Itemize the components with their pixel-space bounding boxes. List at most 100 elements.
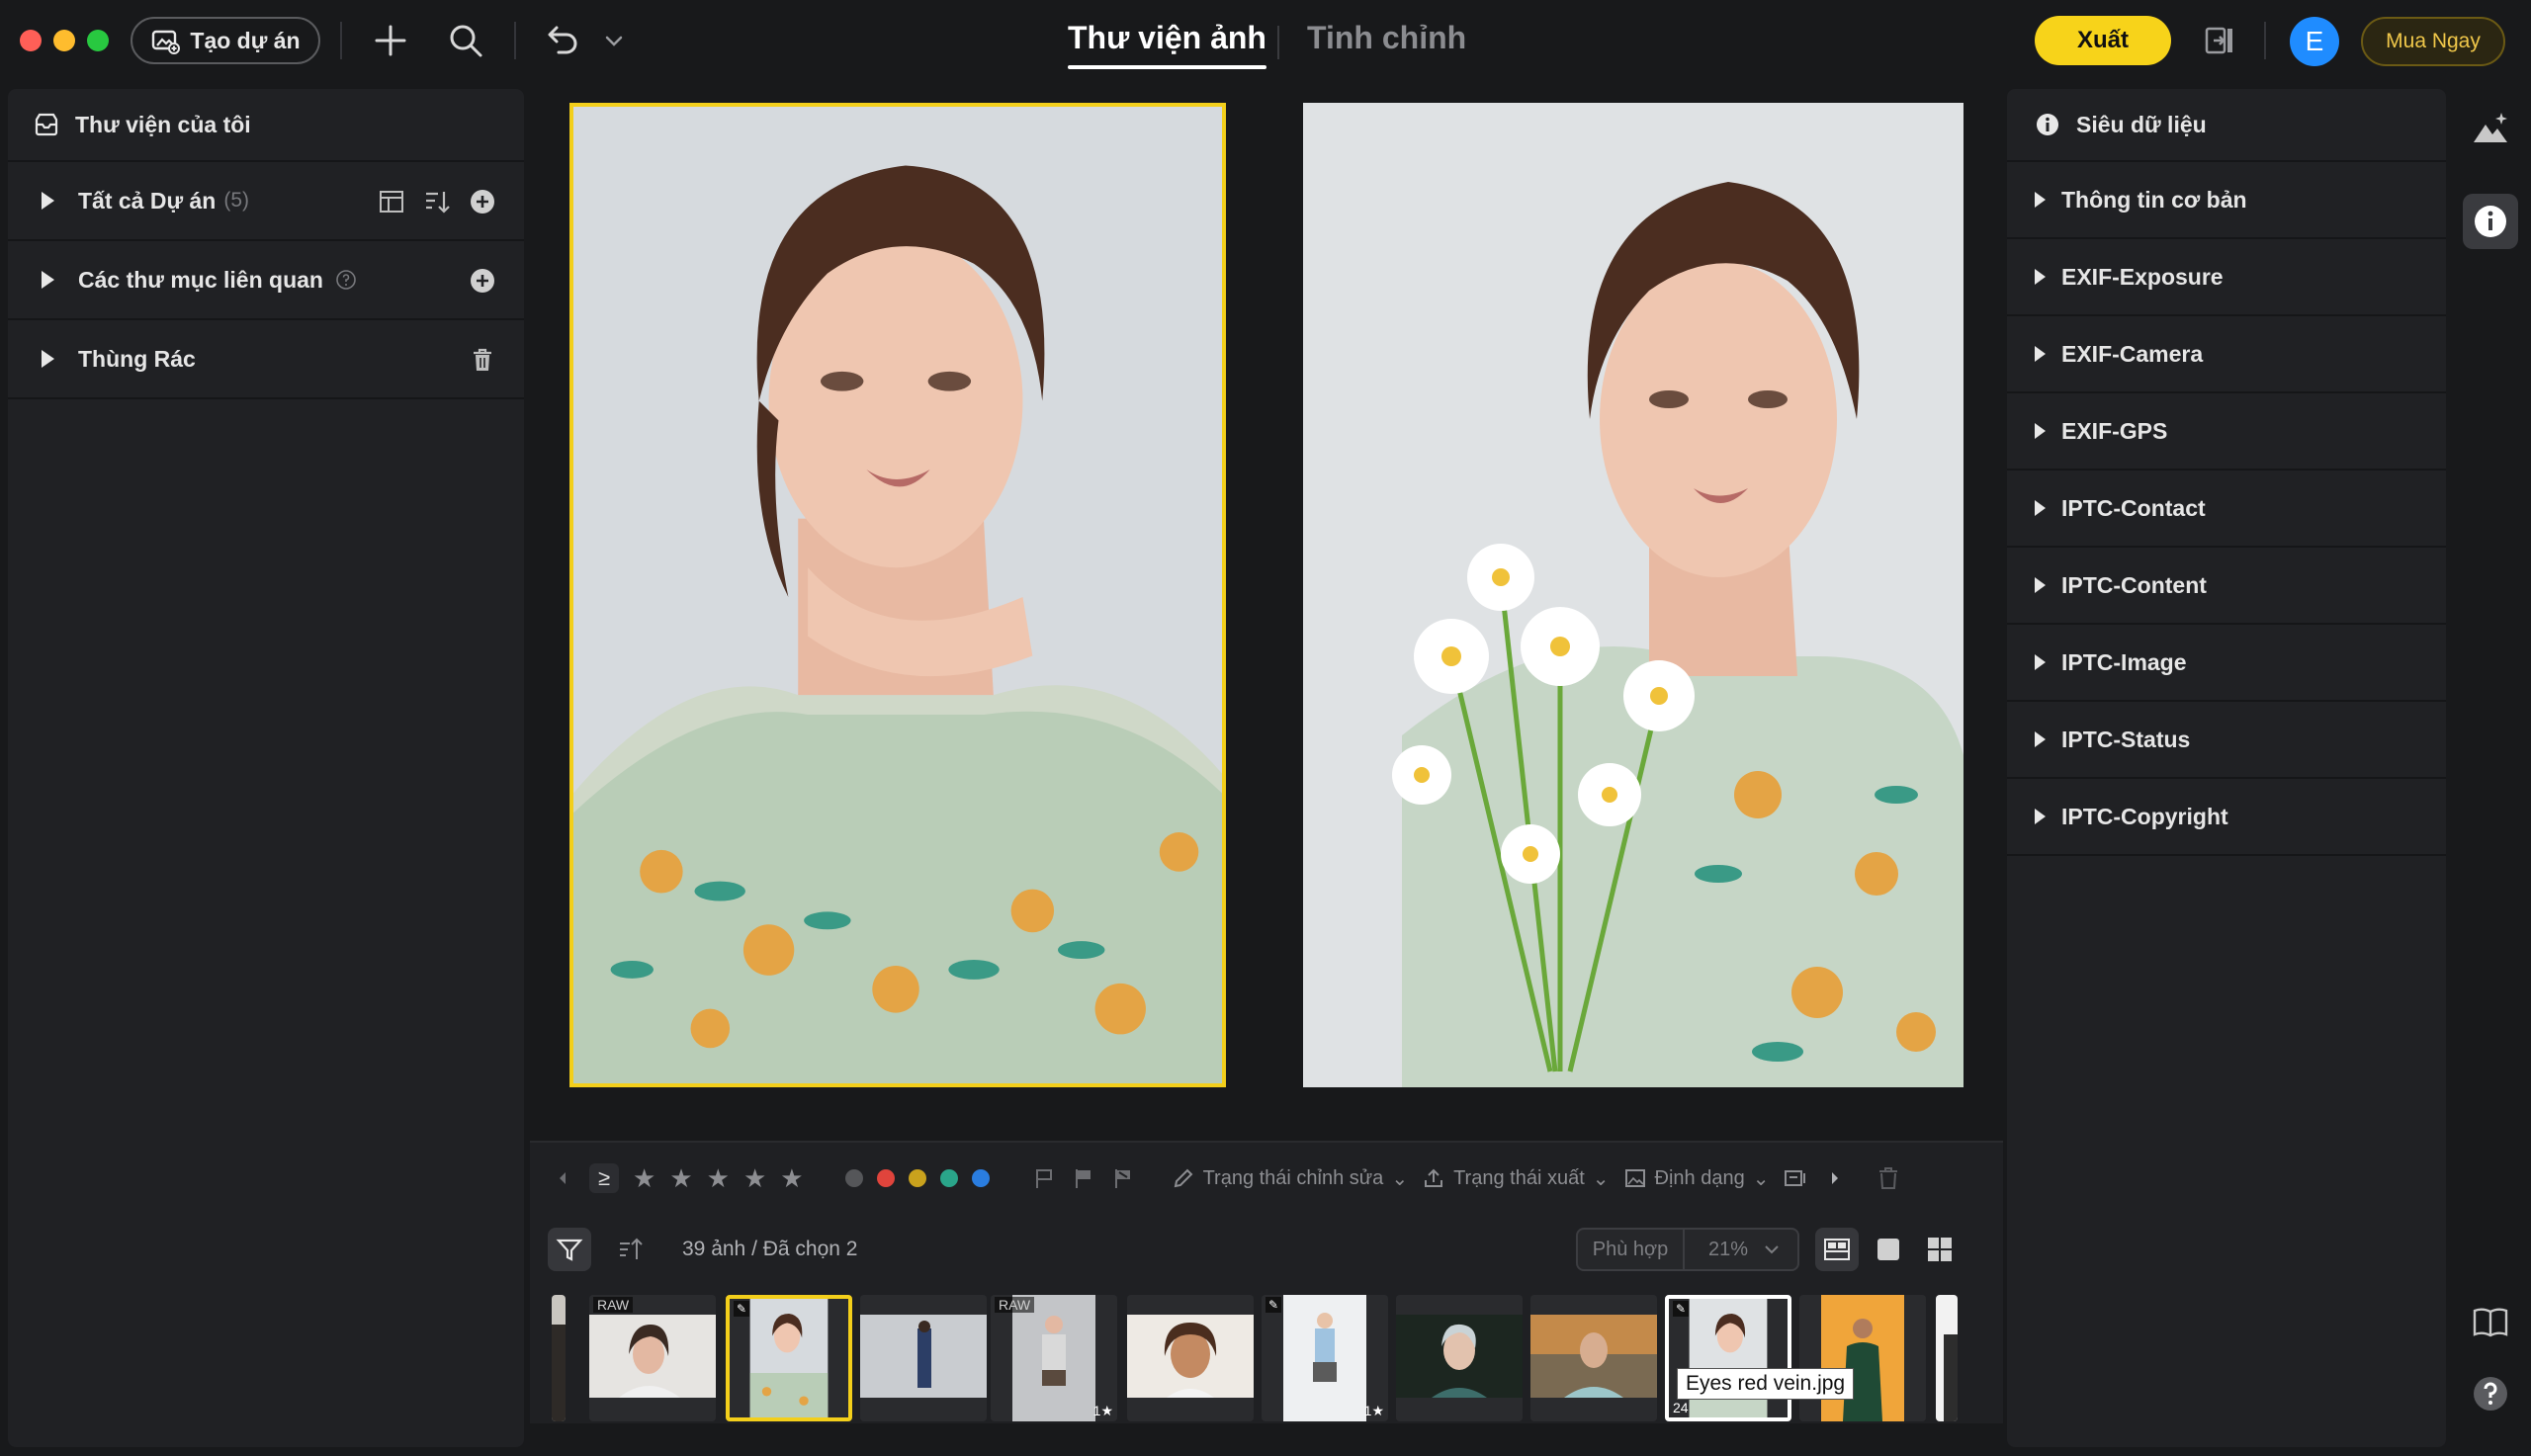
filmstrip-thumb[interactable]	[1530, 1295, 1657, 1421]
expand-triangle-icon[interactable]	[42, 192, 54, 210]
metadata-section-exif-camera[interactable]: EXIF-Camera	[2007, 316, 2446, 393]
filmstrip-thumb[interactable]	[1396, 1295, 1523, 1421]
filmstrip-thumb[interactable]	[552, 1295, 566, 1421]
expand-triangle-icon[interactable]	[2035, 809, 2046, 824]
edit-status-filter[interactable]: Trạng thái chỉnh sửa ⌄	[1172, 1166, 1408, 1191]
ai-tools-button[interactable]	[2463, 101, 2518, 156]
sidebar-item-related-folders[interactable]: Các thư mục liên quan	[8, 241, 524, 320]
tab-library[interactable]: Thư viện ảnh	[1068, 20, 1266, 69]
expand-triangle-icon[interactable]	[2035, 577, 2046, 593]
flag-none-button[interactable]	[1031, 1165, 1057, 1191]
help-button[interactable]	[2463, 1366, 2518, 1421]
filter-funnel-icon	[556, 1239, 583, 1261]
filmstrip: RAW ✎ RAW 1★ ✎ 1★ ✎ 24	[530, 1285, 2003, 1423]
scroll-left-button[interactable]	[550, 1165, 575, 1191]
metadata-section-iptc-status[interactable]: IPTC-Status	[2007, 702, 2446, 779]
more-filters-button[interactable]	[1783, 1165, 1808, 1191]
expand-triangle-icon[interactable]	[42, 350, 54, 368]
metadata-section-iptc-contact[interactable]: IPTC-Contact	[2007, 471, 2446, 548]
expand-triangle-icon[interactable]	[2035, 500, 2046, 516]
filmstrip-thumb-hovered[interactable]: ✎ 24	[1665, 1295, 1791, 1421]
color-label-blue[interactable]	[971, 1169, 990, 1187]
flag-rejected-button[interactable]	[1110, 1165, 1136, 1191]
export-status-label: Trạng thái xuất	[1453, 1166, 1585, 1189]
filmstrip-thumb[interactable]: RAW 1★	[991, 1295, 1117, 1421]
color-label-green[interactable]	[939, 1169, 958, 1187]
filmstrip-thumb[interactable]	[860, 1295, 987, 1421]
edited-badge-icon: ✎	[1673, 1301, 1689, 1317]
rating-star-3[interactable]: ★	[707, 1163, 730, 1194]
filter-toggle-button[interactable]	[548, 1228, 591, 1271]
filmstrip-thumb-selected[interactable]: ✎	[726, 1295, 852, 1421]
rating-star-1[interactable]: ★	[633, 1163, 655, 1194]
expand-triangle-icon[interactable]	[2035, 731, 2046, 747]
expand-triangle-icon[interactable]	[2035, 192, 2046, 208]
export-panel-button[interactable]	[2199, 20, 2240, 61]
filmstrip-thumb[interactable]	[1799, 1295, 1926, 1421]
layout-icon[interactable]	[378, 188, 405, 215]
export-button[interactable]: Xuất	[2035, 16, 2171, 65]
sidebar-item-trash[interactable]: Thùng Rác	[8, 320, 524, 399]
photo-preview-1[interactable]	[569, 103, 1226, 1087]
expand-triangle-icon[interactable]	[2035, 346, 2046, 362]
metadata-title: Siêu dữ liệu	[2076, 111, 2207, 137]
undo-history-dropdown[interactable]	[593, 20, 635, 61]
undo-button[interactable]	[542, 20, 583, 61]
project-actions	[378, 162, 496, 241]
photo-preview-2[interactable]	[1303, 103, 1964, 1087]
metadata-section-iptc-content[interactable]: IPTC-Content	[2007, 548, 2446, 625]
metadata-section-basic-info[interactable]: Thông tin cơ bản	[2007, 162, 2446, 239]
metadata-section-iptc-image[interactable]: IPTC-Image	[2007, 625, 2446, 702]
rating-star-4[interactable]: ★	[743, 1163, 766, 1194]
filmstrip-thumb[interactable]: ✎ 1★	[1262, 1295, 1388, 1421]
metadata-section-exif-exposure[interactable]: EXIF-Exposure	[2007, 239, 2446, 316]
rating-operator-button[interactable]: ≥	[589, 1163, 619, 1193]
rating-star-5[interactable]: ★	[780, 1163, 803, 1194]
zoom-window-button[interactable]	[87, 30, 109, 51]
minimize-window-button[interactable]	[53, 30, 75, 51]
fit-button[interactable]: Phù hợp	[1578, 1230, 1685, 1269]
compare-view-button[interactable]	[1815, 1228, 1859, 1271]
search-button[interactable]	[445, 20, 486, 61]
sidebar-item-all-projects[interactable]: Tất cả Dự án (5)	[8, 162, 524, 241]
scroll-right-button[interactable]	[1822, 1165, 1848, 1191]
color-label-red[interactable]	[876, 1169, 895, 1187]
filmstrip-thumb[interactable]: RAW	[589, 1295, 716, 1421]
help-circle-icon[interactable]	[335, 269, 357, 291]
photo-thumbnail-image	[860, 1295, 987, 1421]
guide-button[interactable]	[2463, 1295, 2518, 1350]
trash-icon[interactable]	[469, 346, 496, 374]
sort-icon[interactable]	[423, 188, 451, 215]
expand-triangle-icon[interactable]	[2035, 269, 2046, 285]
sort-button[interactable]	[609, 1228, 653, 1271]
single-view-button[interactable]	[1867, 1228, 1910, 1271]
create-project-button[interactable]: Tạo dự án	[131, 17, 320, 64]
photo-thumbnail-image	[1530, 1295, 1657, 1421]
expand-triangle-icon[interactable]	[2035, 654, 2046, 670]
color-label-none[interactable]	[844, 1169, 863, 1187]
buy-now-button[interactable]: Mua Ngay	[2361, 17, 2505, 66]
flag-picked-button[interactable]	[1071, 1165, 1096, 1191]
zoom-dropdown[interactable]: 21%	[1685, 1239, 1797, 1261]
format-filter[interactable]: Định dạng ⌄	[1623, 1166, 1769, 1191]
clear-filters-button[interactable]	[1876, 1165, 1901, 1191]
color-label-yellow[interactable]	[908, 1169, 926, 1187]
zoom-control[interactable]: Phù hợp 21%	[1576, 1228, 1799, 1271]
filmstrip-thumb[interactable]	[1936, 1295, 1958, 1421]
tab-adjust[interactable]: Tinh chỉnh	[1307, 20, 1466, 69]
user-avatar[interactable]: E	[2290, 17, 2339, 66]
expand-triangle-icon[interactable]	[42, 271, 54, 289]
metadata-section-iptc-copyright[interactable]: IPTC-Copyright	[2007, 779, 2446, 856]
close-window-button[interactable]	[20, 30, 42, 51]
expand-triangle-icon[interactable]	[2035, 423, 2046, 439]
add-button[interactable]	[370, 20, 411, 61]
filmstrip-thumb[interactable]	[1127, 1295, 1254, 1421]
add-circle-icon[interactable]	[469, 188, 496, 215]
metadata-info-button[interactable]	[2463, 194, 2518, 249]
export-panel-icon	[2205, 27, 2232, 54]
export-status-filter[interactable]: Trạng thái xuất ⌄	[1422, 1166, 1610, 1191]
metadata-section-exif-gps[interactable]: EXIF-GPS	[2007, 393, 2446, 471]
grid-view-button[interactable]	[1918, 1228, 1962, 1271]
rating-star-2[interactable]: ★	[669, 1163, 692, 1194]
add-circle-icon[interactable]	[469, 267, 496, 295]
